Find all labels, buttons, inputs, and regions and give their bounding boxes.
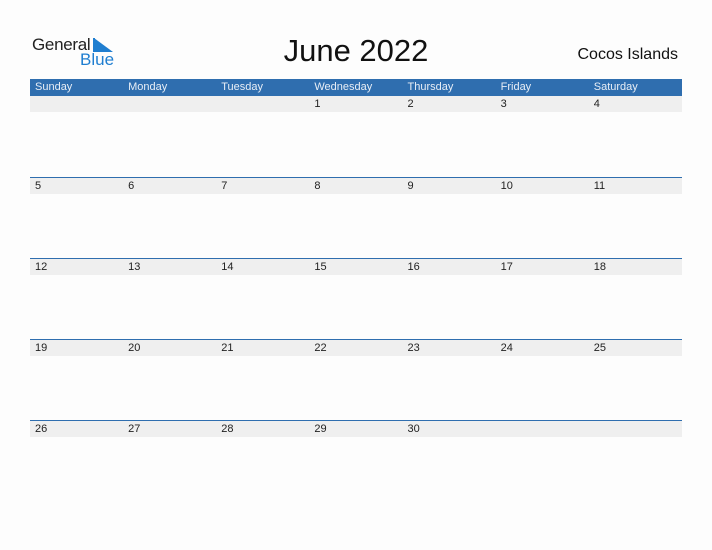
day-cell: 28	[221, 423, 234, 435]
day-cell: 12	[35, 261, 48, 273]
week-row: 1 2 3 4	[30, 96, 682, 177]
day-cell: 18	[593, 261, 606, 273]
day-cell: 27	[128, 423, 141, 435]
day-cell: 3	[500, 98, 507, 110]
day-cell: 21	[221, 342, 234, 354]
day-cell: 14	[221, 261, 234, 273]
day-cell: 22	[314, 342, 327, 354]
date-strip: 19 20 21 22 23 24 25	[30, 340, 682, 356]
day-cell	[496, 421, 589, 437]
day-cell: 1	[314, 98, 321, 110]
day-cell: 23	[407, 342, 420, 354]
date-strip: 5 6 7 8 9 10 11	[30, 178, 682, 194]
week-row: 19 20 21 22 23 24 25	[30, 339, 682, 420]
week-row: 26 27 28 29 30	[30, 420, 682, 501]
weekday-monday: Monday	[128, 81, 168, 93]
weekday-sunday: Sunday	[35, 81, 73, 93]
day-cell: 25	[593, 342, 606, 354]
day-cell: 24	[500, 342, 513, 354]
weekday-thursday: Thursday	[407, 81, 454, 93]
day-cell: 20	[128, 342, 141, 354]
day-cell: 29	[314, 423, 327, 435]
day-cell: 30	[407, 423, 420, 435]
week-row: 12 13 14 15 16 17 18	[30, 258, 682, 339]
day-cell: 8	[314, 180, 321, 192]
week-row: 5 6 7 8 9 10 11	[30, 177, 682, 258]
day-cell: 16	[407, 261, 420, 273]
day-cell: 19	[35, 342, 48, 354]
day-cell: 7	[221, 180, 228, 192]
weekday-header: Sunday Monday Tuesday Wednesday Thursday…	[30, 79, 682, 96]
day-cell: 10	[500, 180, 513, 192]
day-cell: 13	[128, 261, 141, 273]
date-strip: 12 13 14 15 16 17 18	[30, 259, 682, 275]
day-cell: 6	[128, 180, 135, 192]
region-label: Cocos Islands	[577, 46, 679, 63]
day-cell: 26	[35, 423, 48, 435]
day-cell: 2	[407, 98, 414, 110]
day-cell: 4	[593, 98, 600, 110]
weekday-tuesday: Tuesday	[221, 81, 264, 93]
calendar-grid: Sunday Monday Tuesday Wednesday Thursday…	[30, 79, 682, 501]
day-cell	[30, 96, 123, 112]
day-cell: 17	[500, 261, 513, 273]
date-strip: 1 2 3 4	[30, 96, 682, 112]
date-strip: 26 27 28 29 30	[30, 421, 682, 437]
weekday-wednesday: Wednesday	[314, 81, 373, 93]
day-cell: 9	[407, 180, 414, 192]
day-cell: 15	[314, 261, 327, 273]
weekday-friday: Friday	[500, 81, 532, 93]
day-cell: 11	[593, 180, 606, 192]
weekday-saturday: Saturday	[593, 81, 638, 93]
day-cell	[216, 96, 309, 112]
day-cell	[589, 421, 682, 437]
day-cell	[123, 96, 216, 112]
day-cell: 5	[35, 180, 42, 192]
